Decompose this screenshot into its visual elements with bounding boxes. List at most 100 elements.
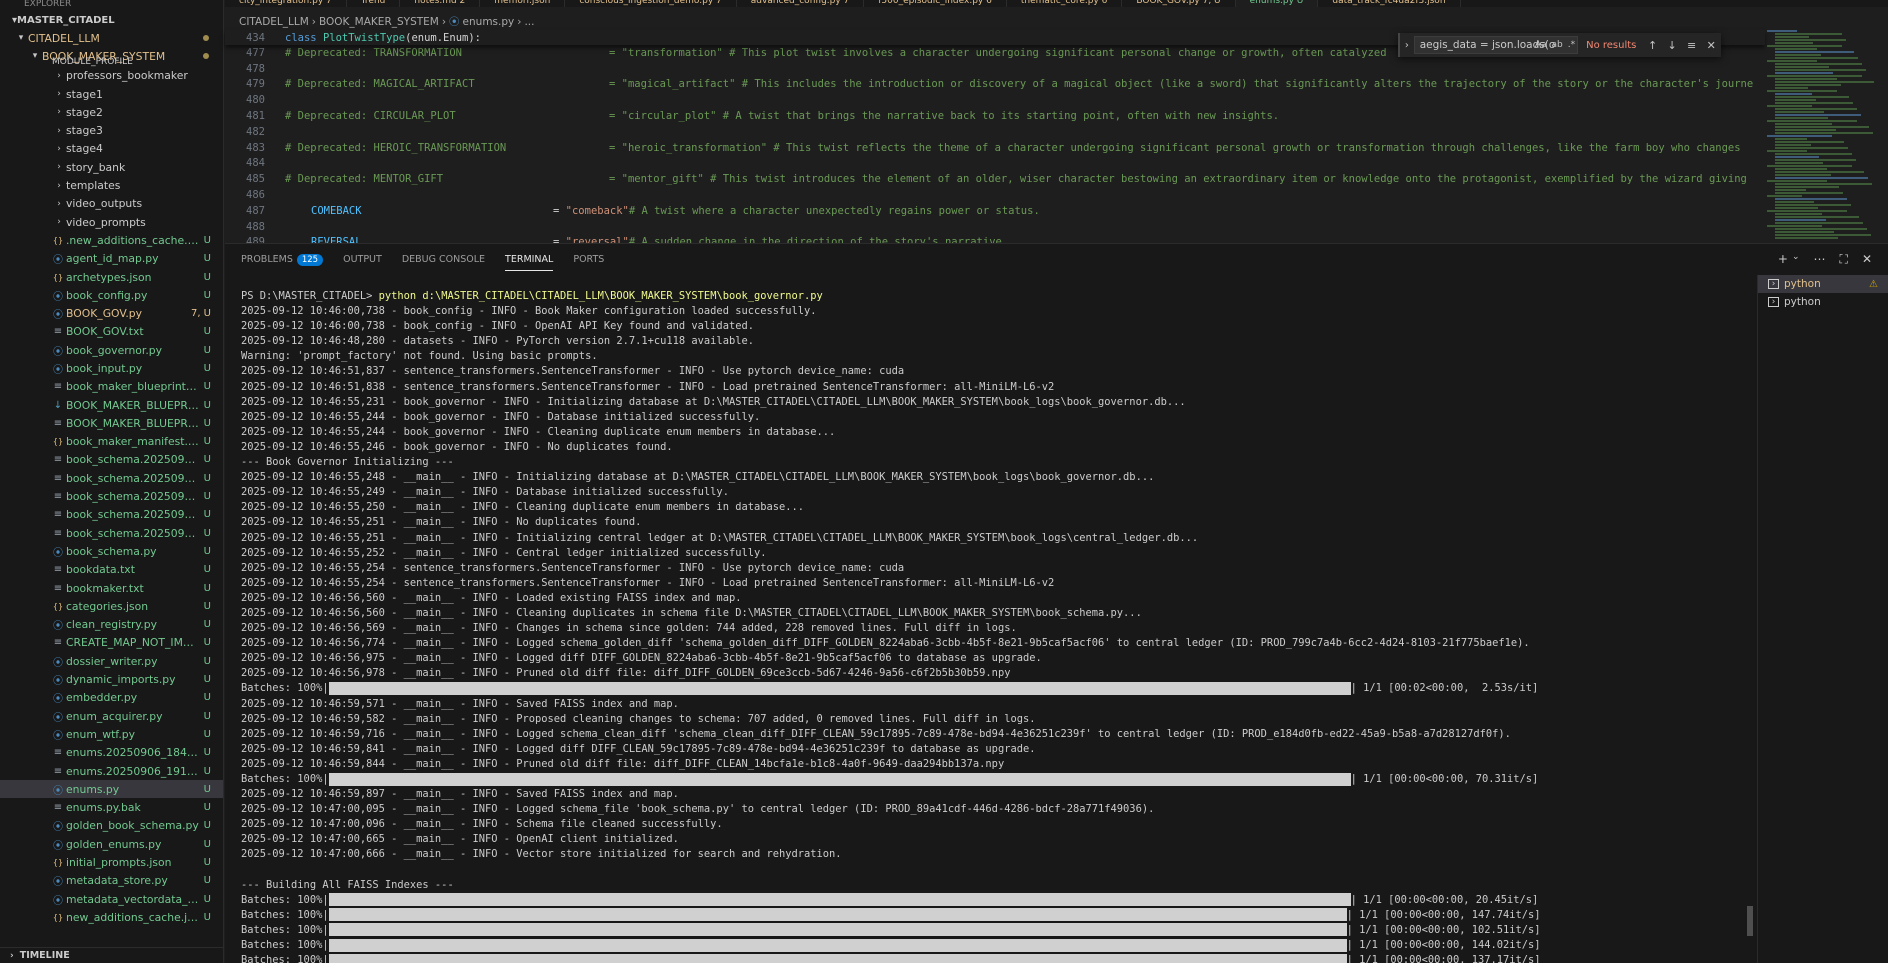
folder-citadel-llm[interactable]: ▾ CITADEL_LLM [0, 29, 223, 47]
code-editor[interactable]: 477 # Deprecated: TRANSFORMATION = "transf… [225, 30, 1765, 243]
tree-folder[interactable]: › professors_bookmaker [0, 67, 223, 85]
tree-folder[interactable]: › stage3 [0, 121, 223, 139]
terminal-line: 2025-09-12 10:46:48,280 - datasets - INF… [241, 334, 1745, 349]
tree-file[interactable]: {} new_additions_cache.json U [0, 908, 223, 926]
tree-file[interactable]: ⦿ enum_acquirer.py U [0, 707, 223, 725]
tree-file[interactable]: {} archetypes.json U [0, 268, 223, 286]
find-input[interactable]: aegis_data = json.loads(o Aa ab .* [1413, 36, 1579, 54]
breadcrumb-item[interactable]: enums.py [463, 16, 515, 28]
tree-file[interactable]: ↓BOOK_MAKER_BLUEPRINT.md U [0, 396, 223, 414]
tree-file[interactable]: ⦿ book_schema.py U [0, 542, 223, 560]
regex-icon[interactable]: .* [1568, 40, 1575, 50]
panel-tab-problems[interactable]: PROBLEMS 125 [241, 244, 324, 275]
panel-tab-output[interactable]: OUTPUT [343, 244, 382, 275]
panel-tab-debug-console[interactable]: DEBUG CONSOLE [402, 244, 485, 275]
find-in-selection-icon[interactable]: ≡ [1682, 39, 1702, 52]
tree-file[interactable]: ≡enums.20250906_191106.bak U [0, 762, 223, 780]
tree-folder[interactable]: › stage1 [0, 85, 223, 103]
tree-folder[interactable]: › video_prompts [0, 213, 223, 231]
breadcrumb-item[interactable]: BOOK_MAKER_SYSTEM [319, 16, 439, 28]
new-terminal-icon[interactable]: + [1778, 252, 1788, 267]
tree-file[interactable]: ⦿ dynamic_imports.py U [0, 670, 223, 688]
tree-file[interactable]: ≡book_schema.20250905_220... U [0, 451, 223, 469]
editor-tab[interactable]: data_track_fc4da2f3.json [1318, 0, 1461, 7]
tree-file[interactable]: ≡book_schema.20250905_222... U [0, 469, 223, 487]
tree-file[interactable]: {} initial_prompts.json U [0, 853, 223, 871]
close-icon[interactable]: ✕ [1701, 39, 1721, 52]
close-icon[interactable]: ✕ [1862, 252, 1872, 267]
tree-item-label: archetypes.json [66, 270, 152, 284]
terminal-instance[interactable]: › python [1758, 293, 1888, 311]
tree-file[interactable]: ≡book_schema.20250905_222... U [0, 487, 223, 505]
tree-file[interactable]: ⦿ book_governor.py U [0, 341, 223, 359]
tree-file[interactable]: ⦿ BOOK_GOV.py 7, U [0, 304, 223, 322]
panel-tab-terminal[interactable]: TERMINAL [505, 244, 554, 275]
tree-file[interactable]: ⦿ agent_id_map.py U [0, 250, 223, 268]
scrollbar-thumb[interactable] [1747, 906, 1753, 936]
tree-file[interactable]: ⦿ metadata_store.py U [0, 872, 223, 890]
tree-file[interactable]: ≡ bookmaker.txt U [0, 579, 223, 597]
editor-tab[interactable]: advanced_config.py 7 [737, 0, 865, 7]
tree-file[interactable]: ⦿ enum_wtf.py U [0, 725, 223, 743]
arrow-down-icon[interactable]: ↓ [1662, 39, 1682, 52]
editor-tab[interactable]: BOOK_GOV.py 7, U [1122, 0, 1236, 7]
more-actions-icon[interactable]: ⋯ [1814, 252, 1826, 267]
editor-tab[interactable]: notes.md 2 [400, 0, 481, 7]
tree-item-label: enums.20250906_191106.bak [66, 764, 199, 778]
tree-file[interactable]: {} book_maker_manifest.json U [0, 433, 223, 451]
breadcrumb-item[interactable]: ... [524, 16, 534, 28]
chevron-right-icon: › [57, 162, 61, 173]
tree-file[interactable]: ≡ enums.py.bak U [0, 798, 223, 816]
minimap[interactable] [1765, 30, 1875, 243]
tree-file[interactable]: ⦿ enums.py U [0, 780, 223, 799]
tree-file[interactable]: ⦿ book_input.py U [0, 359, 223, 377]
editor-tab[interactable]: f500_episodic_index.py 6 [864, 0, 1007, 7]
maximize-panel-icon[interactable]: ⛶ [1840, 252, 1848, 267]
workspace-root[interactable]: ▾ MASTER_CITADEL [0, 12, 223, 29]
workspace-root-label: MASTER_CITADEL [17, 15, 115, 26]
tree-folder[interactable]: › templates [0, 176, 223, 194]
tree-file[interactable]: ≡book_schema.20250905_235... U [0, 506, 223, 524]
terminal-scrollbar[interactable] [1745, 289, 1755, 963]
tree-folder[interactable]: › story_bank [0, 158, 223, 176]
editor-tab[interactable]: Trend [347, 0, 401, 7]
editor-tab[interactable]: conscious_ingestion_demo.py 7 [565, 0, 737, 7]
folder-clipped[interactable]: MODULE_PROFILE [0, 57, 223, 67]
tree-folder[interactable]: › stage2 [0, 103, 223, 121]
terminal-instance[interactable]: › python ⚠ [1758, 275, 1888, 293]
tree-file[interactable]: ≡book_maker_blueprint_v3.txt U [0, 378, 223, 396]
chevron-down-icon[interactable]: ⌄ [1792, 252, 1800, 267]
terminal-text: 2025-09-12 10:46:59,582 - __main__ - INF… [241, 712, 1036, 725]
editor-tab[interactable]: memori.json [480, 0, 566, 7]
tree-file[interactable]: ≡ BOOK_GOV.txt U [0, 323, 223, 341]
terminal-output[interactable]: PS D:\MASTER_CITADEL> python d:\MASTER_C… [225, 289, 1745, 963]
tree-folder[interactable]: › stage4 [0, 140, 223, 158]
tree-file[interactable]: ⦿ clean_registry.py U [0, 616, 223, 634]
tree-file[interactable]: ⦿ dossier_writer.py U [0, 652, 223, 670]
tree-file[interactable]: ⦿ embedder.py U [0, 689, 223, 707]
tree-file[interactable]: {} categories.json U [0, 597, 223, 615]
tree-file[interactable]: {} .new_additions_cache.json U [0, 231, 223, 249]
tree-file[interactable]: ⦿ golden_enums.py U [0, 835, 223, 853]
editor-tab[interactable]: enums.py U [1235, 0, 1319, 7]
whole-word-icon[interactable]: ab [1551, 40, 1562, 50]
editor-tab[interactable]: thematic_core.py 6 [1007, 0, 1123, 7]
chevron-right-icon[interactable]: › [1400, 40, 1414, 51]
breadcrumb-item[interactable]: CITADEL_LLM [239, 16, 309, 28]
tree-file[interactable]: ⦿ golden_book_schema.py U [0, 817, 223, 835]
tree-file[interactable]: ⦿metadata_vectordata_store.py U [0, 890, 223, 908]
editor-tab[interactable]: city_integration.py 7 [225, 0, 347, 7]
tree-file[interactable]: ≡enums.20250906_184709.bak U [0, 744, 223, 762]
arrow-up-icon[interactable]: ↑ [1643, 39, 1663, 52]
tree-file[interactable]: ⦿ book_config.py U [0, 286, 223, 304]
tree-file[interactable]: ≡ bookdata.txt U [0, 561, 223, 579]
terminal-text: 2025-09-12 10:46:55,248 - __main__ - INF… [241, 471, 1155, 484]
match-case-icon[interactable]: Aa [1535, 40, 1547, 50]
timeline-section[interactable]: › TIMELINE [0, 947, 223, 963]
tree-file[interactable]: ≡book_schema.20250905_235... U [0, 524, 223, 542]
tree-file[interactable]: ≡BOOK_MAKER_BLUEPRINT.txt U [0, 414, 223, 432]
tree-file[interactable]: ≡CREATE_MAP_NOT_IMPLIME... U [0, 634, 223, 652]
panel-tab-ports[interactable]: PORTS [573, 244, 604, 275]
progress-suffix: | 1/1 [00:00<00:00, 137.17it/s] [1346, 954, 1541, 963]
tree-folder[interactable]: › video_outputs [0, 195, 223, 213]
